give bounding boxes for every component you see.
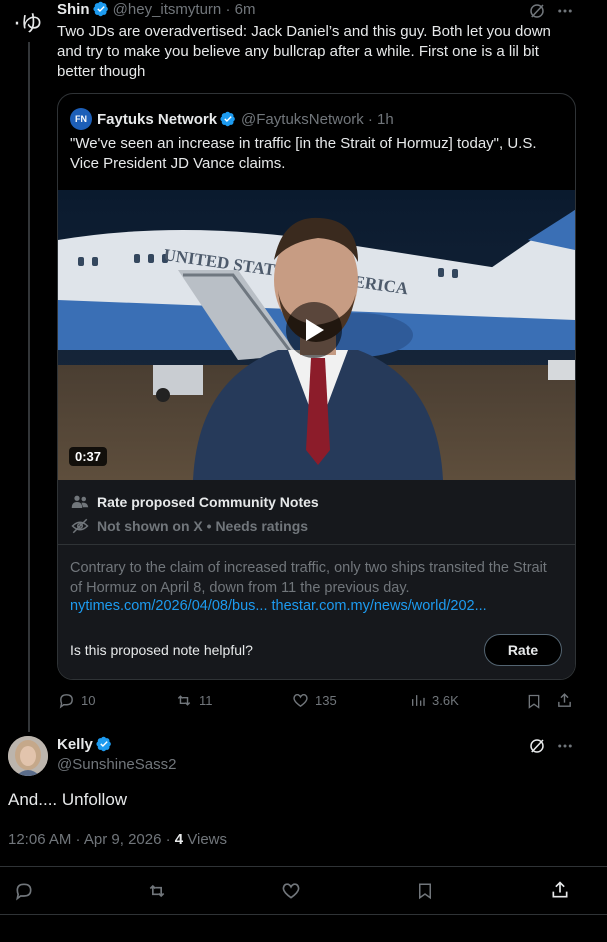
community-notes-panel: Rate proposed Community Notes Not shown … (58, 480, 575, 679)
faytuks-logo-icon: FN (70, 108, 92, 130)
rate-button[interactable]: Rate (484, 634, 562, 666)
views-count: 3.6K (432, 693, 459, 708)
more-options-icon[interactable] (556, 2, 574, 20)
play-button[interactable] (286, 302, 342, 358)
reply-action[interactable]: 10 (58, 692, 95, 709)
note-source-links: nytimes.com/2026/04/08/bus... thestar.co… (70, 598, 487, 614)
main-author-name[interactable]: Kelly (57, 736, 93, 753)
note-text: Contrary to the claim of increased traff… (70, 560, 547, 596)
repost-count: 11 (199, 693, 213, 708)
shin-avatar-glyph: ·ゆ (13, 12, 43, 37)
quoted-text: "We've seen an increase in traffic [in t… (70, 135, 537, 172)
heart-icon[interactable] (281, 881, 301, 901)
views-chart-icon (412, 695, 425, 706)
main-post-header: Kelly (57, 736, 112, 753)
author-name[interactable]: Shin (57, 1, 90, 18)
divider-bottom (0, 914, 607, 915)
post-views-count[interactable]: 4 (175, 831, 183, 848)
divider-top (0, 866, 607, 867)
repost-icon (177, 695, 191, 706)
video-duration: 0:37 (69, 447, 108, 466)
shin-avatar[interactable]: ·ゆ (8, 2, 48, 42)
community-notes-title[interactable]: Rate proposed Community Notes (97, 494, 319, 510)
community-notes-status: Not shown on X • Needs ratings (97, 518, 309, 534)
video-player[interactable]: UNITED STATES OF AMERICA 0:37 (58, 190, 575, 480)
reply-icon[interactable] (14, 881, 34, 901)
main-author-handle[interactable]: @SunshineSass2 (57, 756, 176, 773)
source-link-nytimes[interactable]: nytimes.com/2026/04/08/bus... (70, 598, 267, 614)
helpful-question: Is this proposed note helpful? (70, 642, 253, 658)
heart-icon (293, 694, 308, 708)
grok-icon[interactable] (528, 737, 546, 755)
notes-divider (58, 544, 575, 545)
bookmark-icon[interactable] (526, 693, 542, 710)
source-link-thestar[interactable]: thestar.com.my/news/world/202... (272, 598, 487, 614)
thread-connector-line (28, 42, 30, 732)
verified-badge-icon (96, 736, 111, 752)
post-timestamp[interactable]: 12:06 AM · Apr 9, 2026 · (8, 831, 175, 848)
share-icon[interactable] (556, 692, 573, 709)
quoted-header: FN Faytuks Network @FaytuksNetwork · 1h (70, 108, 394, 130)
play-icon (306, 319, 324, 341)
not-shown-eye-icon (71, 518, 89, 534)
post-views-label: Views (183, 831, 228, 848)
views-action[interactable]: 3.6K (410, 692, 459, 709)
like-action[interactable]: 135 (292, 692, 337, 709)
top-post-text: Two JDs are overadvertised: Jack Daniel’… (57, 23, 551, 80)
more-options-icon[interactable] (556, 737, 574, 755)
like-count: 135 (315, 693, 337, 708)
kelly-avatar[interactable] (8, 736, 48, 776)
repost-action[interactable]: 11 (175, 692, 213, 709)
repost-icon[interactable] (146, 881, 168, 901)
verified-badge-icon (220, 111, 235, 127)
post-timestamp-row: 12:06 AM · Apr 9, 2026 · 4 Views (8, 831, 227, 848)
reply-icon (59, 694, 73, 709)
top-post-header: Shin @hey_itsmyturn · 6m (57, 1, 255, 18)
kelly-avatar-image (8, 736, 48, 776)
community-people-icon (71, 495, 89, 508)
main-post-text: And.... Unfollow (8, 790, 128, 809)
grok-icon[interactable] (528, 2, 546, 20)
quoted-author-name: Faytuks Network (97, 110, 218, 128)
quoted-post-card[interactable]: FN Faytuks Network @FaytuksNetwork · 1h … (57, 93, 576, 680)
quoted-post-time: · 1h (367, 110, 394, 128)
author-handle[interactable]: @hey_itsmyturn (113, 1, 222, 18)
post-time[interactable]: · 6m (225, 1, 255, 18)
reply-count: 10 (81, 693, 96, 708)
share-icon[interactable] (550, 880, 570, 900)
quoted-author-handle: @FaytuksNetwork (241, 110, 364, 128)
verified-badge-icon (92, 1, 108, 17)
bookmark-icon[interactable] (416, 881, 434, 901)
